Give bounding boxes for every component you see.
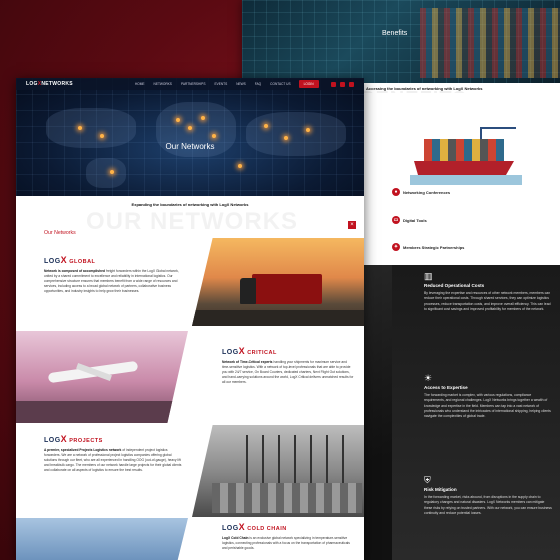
continent-shape [86, 158, 126, 188]
nav-events[interactable]: EVENTS [214, 82, 227, 86]
benefit-panel-expertise: ☀ Access to Expertise The forwarding mar… [392, 373, 560, 419]
nav-networks[interactable]: NETWORKS [154, 82, 172, 86]
benefit-label: Networking Conferences [403, 189, 451, 195]
logx-cold-chain-logo: LOGX COLD CHAIN [222, 522, 287, 532]
networks-tagline: Expanding the boundaries of networking w… [131, 202, 249, 207]
linkedin-icon[interactable] [331, 81, 336, 87]
truck-image [192, 238, 364, 326]
network-description: Network is composed of accomplished frei… [44, 269, 179, 293]
city-light [306, 128, 310, 132]
network-card-critical: LOGX CRITICAL Network of Time-Critical ex… [222, 346, 354, 385]
panel-text: In the forwarding market, risks abound, … [424, 495, 552, 515]
shield-icon: ⛨ [424, 475, 431, 485]
benefits-hero-title: Benefits [382, 30, 408, 37]
networks-hero-title: Our Networks [165, 142, 215, 151]
benefit-networking-conferences[interactable]: ● Networking Conferences [392, 188, 450, 196]
city-light [110, 170, 114, 174]
network-description: Network of Time-Critical experts handlin… [222, 360, 354, 384]
networks-hero-banner: Our Networks [16, 78, 364, 196]
city-light [212, 134, 216, 138]
benefit-panel-costs: ▥ Reduced Operational Costs By leveragin… [392, 271, 560, 312]
nav-faq[interactable]: FAQ [255, 82, 261, 86]
network-description: A premier, specialized Projects Logistic… [44, 448, 182, 472]
panel-title: Reduced Operational Costs [424, 283, 485, 288]
benefit-strategic-partnerships[interactable]: ✦ Members Strategic Partnerships [392, 243, 464, 251]
panel-title: Risk Mitigation [424, 487, 457, 492]
handshake-icon: ✦ [392, 243, 400, 251]
city-light [201, 116, 205, 120]
city-light [100, 134, 104, 138]
cargo-ship-image [410, 127, 522, 187]
chart-icon: ▥ [424, 271, 433, 281]
nav-contact[interactable]: CONTACT US [270, 82, 290, 86]
login-button[interactable]: LOGIN [298, 80, 319, 88]
section-title: Our Networks [44, 230, 76, 236]
benefit-digital-tools[interactable]: ▭ Digital Tools [392, 216, 427, 224]
benefits-hero-banner: Benefits [242, 0, 560, 83]
city-light [264, 124, 268, 128]
facebook-icon[interactable] [340, 81, 345, 87]
benefit-panel-risk: ⛨ Risk Mitigation In the forwarding mark… [392, 475, 560, 516]
network-description: LogX Cold Chain is an exclusive global n… [222, 536, 350, 550]
port-containers-image [192, 425, 364, 517]
logx-networks-logo[interactable]: LOGXNETWORKS [26, 81, 73, 87]
panel-text: By leveraging the expertise and resource… [424, 291, 551, 311]
nav-home[interactable]: HOME [135, 82, 145, 86]
airplane-image [16, 331, 188, 423]
city-light [176, 118, 180, 122]
close-icon[interactable]: × [348, 221, 356, 229]
logx-critical-logo: LOGX CRITICAL [222, 346, 277, 356]
container-stack-image [420, 8, 560, 78]
nav-menu: HOME NETWORKS PARTNERSHIPS EVENTS NEWS F… [135, 82, 291, 86]
city-light [78, 126, 82, 130]
benefit-label: Members Strategic Partnerships [403, 244, 465, 250]
lightbulb-icon: ☀ [424, 373, 433, 383]
top-navigation-bar: LOGXNETWORKS HOME NETWORKS PARTNERSHIPS … [16, 78, 364, 90]
city-light [238, 164, 242, 168]
networks-ghost-heading: OUR NETWORKS [86, 208, 298, 235]
benefit-label: Digital Tools [403, 217, 427, 223]
logx-global-logo: LOGX GLOBAL [44, 255, 96, 265]
our-networks-page-window: Our Networks LOGXNETWORKS HOME NETWORKS … [16, 78, 364, 560]
city-light [284, 136, 288, 140]
instagram-icon[interactable] [349, 81, 354, 87]
panel-text: The forwarding market is complex, with v… [424, 393, 551, 419]
network-card-projects: LOGX PROJECTS A premier, specialized Proj… [44, 434, 182, 473]
social-links [331, 81, 354, 87]
people-icon: ● [392, 188, 400, 196]
nav-partnerships[interactable]: PARTNERSHIPS [181, 82, 206, 86]
logx-projects-logo: LOGX PROJECTS [44, 434, 103, 444]
network-card-cold-chain: LOGX COLD CHAIN LogX Cold Chain is an exc… [222, 522, 354, 551]
panel-title: Access to Expertise [424, 385, 468, 390]
network-card-global: LOGX GLOBAL Network is composed of accomp… [44, 255, 182, 294]
city-light [188, 126, 192, 130]
cold-chain-image [16, 518, 188, 560]
nav-news[interactable]: NEWS [236, 82, 246, 86]
laptop-icon: ▭ [392, 216, 400, 224]
